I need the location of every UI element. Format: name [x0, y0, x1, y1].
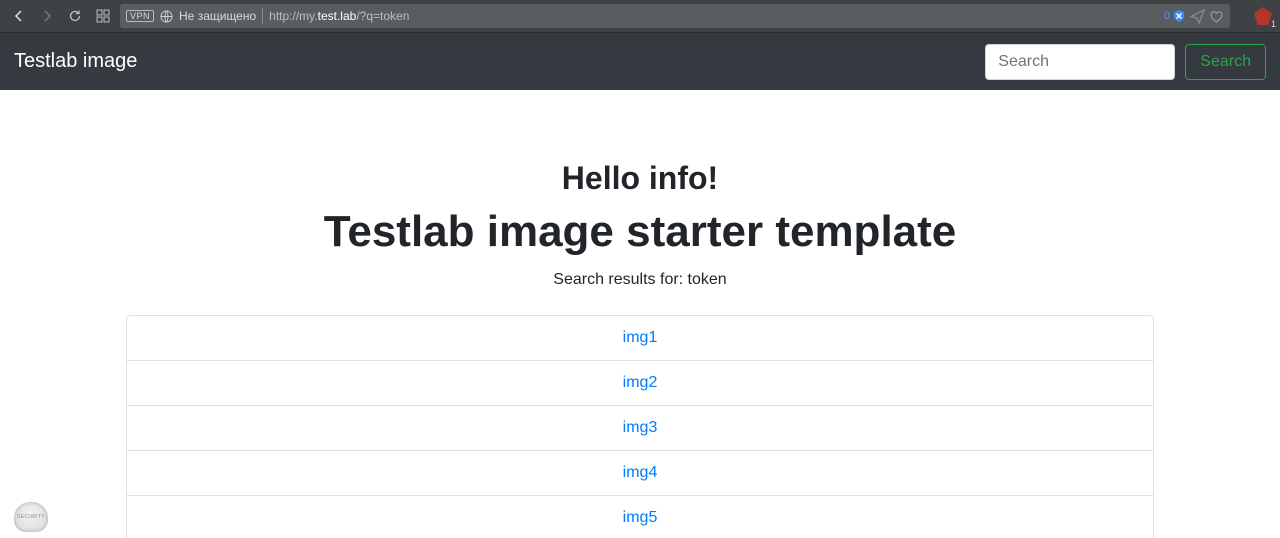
list-item[interactable]: img5 — [127, 495, 1153, 538]
reload-icon — [68, 9, 82, 23]
extension-badge: 1 — [1271, 19, 1276, 29]
address-bar-actions: 0 — [1164, 9, 1224, 24]
back-button[interactable] — [8, 5, 30, 27]
grid-icon — [96, 9, 110, 23]
extension-button[interactable]: 1 — [1246, 7, 1272, 25]
shield-icon — [1172, 9, 1186, 23]
search-summary: Search results for: token — [0, 271, 1280, 289]
search-input[interactable] — [985, 44, 1175, 80]
globe-icon — [160, 10, 173, 23]
chevron-left-icon — [13, 10, 25, 22]
separator — [262, 8, 263, 24]
navbar-search-form: Search — [985, 44, 1266, 80]
heart-icon[interactable] — [1209, 9, 1224, 24]
url-text: http://my.test.lab/?q=token — [269, 9, 409, 23]
send-icon[interactable] — [1190, 9, 1205, 24]
page-content: Hello info! Testlab image starter templa… — [0, 90, 1280, 538]
list-item[interactable]: img1 — [127, 316, 1153, 360]
list-item[interactable]: img4 — [127, 450, 1153, 495]
extension-icon — [1254, 7, 1272, 25]
reload-button[interactable] — [64, 5, 86, 27]
results-list: img1 img2 img3 img4 img5 — [126, 315, 1154, 538]
list-item[interactable]: img2 — [127, 360, 1153, 405]
chevron-right-icon — [41, 10, 53, 22]
greeting-heading: Hello info! — [0, 160, 1280, 197]
search-button[interactable]: Search — [1185, 44, 1266, 80]
page-title: Testlab image starter template — [0, 207, 1280, 257]
address-bar[interactable]: VPN Не защищено http://my.test.lab/?q=to… — [120, 4, 1230, 28]
app-navbar: Testlab image Search — [0, 33, 1280, 90]
security-status: Не защищено — [179, 9, 256, 23]
blocker-counter[interactable]: 0 — [1164, 9, 1186, 23]
browser-toolbar: VPN Не защищено http://my.test.lab/?q=to… — [0, 0, 1280, 33]
extensions-button[interactable] — [92, 5, 114, 27]
forward-button[interactable] — [36, 5, 58, 27]
vpn-badge: VPN — [126, 10, 154, 22]
brand-title[interactable]: Testlab image — [14, 50, 137, 73]
watermark-logo: SECURITY — [14, 502, 48, 532]
list-item[interactable]: img3 — [127, 405, 1153, 450]
